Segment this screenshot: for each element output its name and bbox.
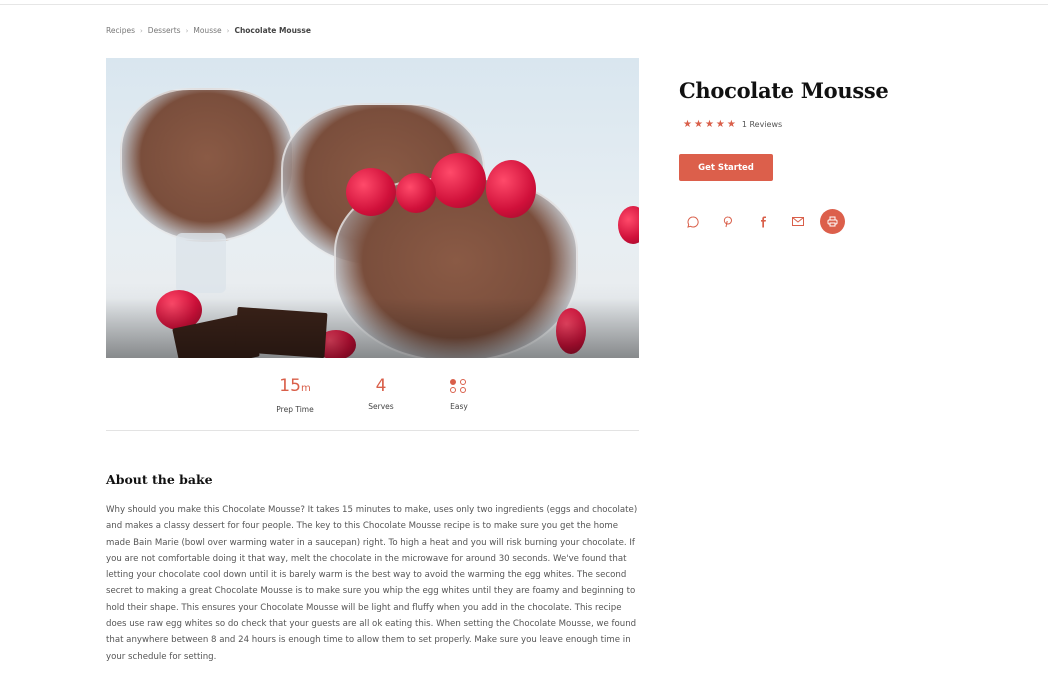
whatsapp-icon[interactable] [680,209,705,234]
about-text: Why should you make this Chocolate Mouss… [106,505,638,662]
breadcrumb-separator: › [139,26,143,35]
star-icon: ★ [704,119,714,130]
raspberry [486,160,536,218]
pinterest-icon[interactable] [715,209,740,234]
star-icon: ★ [726,119,736,130]
rating[interactable]: ★ ★ ★ ★ ★ 1 Reviews [683,119,782,130]
breadcrumb-separator: › [185,26,189,35]
difficulty-dots-icon [450,376,468,396]
star-icon: ★ [683,119,692,130]
glass-stem [176,233,226,293]
stat-prep-time: 15m Prep Time [276,376,313,414]
reviews-link[interactable]: 1 Reviews [742,120,782,129]
breadcrumb-current: Chocolate Mousse [234,26,311,35]
share-bar [680,209,855,234]
stats-divider [106,430,639,431]
stat-serves: 4 Serves [368,376,393,411]
raspberry [346,168,396,216]
facebook-icon[interactable] [750,209,775,234]
raspberry [396,173,436,213]
get-started-button[interactable]: Get Started [679,154,773,181]
breadcrumb-mousse[interactable]: Mousse [193,26,221,35]
star-icon: ★ [693,119,703,130]
prep-time-label: Prep Time [276,405,314,414]
recipe-photo [106,58,639,358]
raspberry [431,153,486,208]
stat-difficulty: Easy [450,376,468,411]
breadcrumb-recipes[interactable]: Recipes [106,26,135,35]
breadcrumb-desserts[interactable]: Desserts [148,26,181,35]
prep-time-unit: m [300,383,311,394]
email-icon[interactable] [785,209,810,234]
raspberry [618,206,639,244]
serves-value: 4 [375,376,387,396]
about-heading: About the bake [106,472,213,487]
top-divider [0,4,1048,5]
page-title: Chocolate Mousse [679,78,889,103]
prep-time-value: 15 [279,376,301,396]
photo-shade [106,298,639,358]
difficulty-label: Easy [450,402,468,411]
breadcrumb: Recipes › Desserts › Mousse › Chocolate … [106,26,311,35]
star-icon: ★ [715,119,725,130]
glass-shape [120,88,294,242]
serves-label: Serves [368,402,394,411]
print-icon[interactable] [820,209,845,234]
breadcrumb-separator: › [226,26,230,35]
